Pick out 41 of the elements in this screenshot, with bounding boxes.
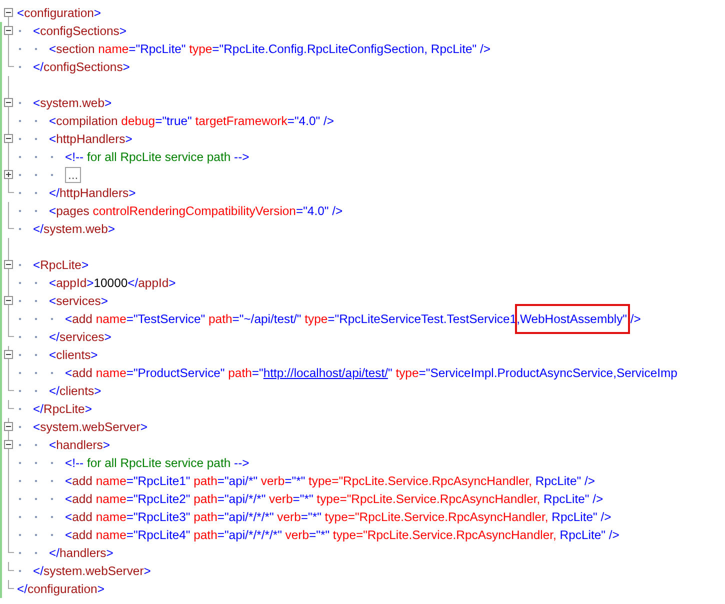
collapse-icon[interactable] xyxy=(4,98,13,107)
code-line: <add name="RpcLite3" path="api/*/*/*" verb="*" type="RpcLite.Service.RpcAsyncHandler, RpcLite" /> xyxy=(65,510,612,524)
code-line: <add name="RpcLite2" path="api/*/*" verb="*" type="RpcLite.Service.RpcAsyncHandler, RpcLite" /> xyxy=(65,492,604,506)
code-line: <RpcLite> xyxy=(33,258,89,272)
code-line: <!-- for all RpcLite service path --> xyxy=(65,150,250,164)
closing-tag-line: </handlers> xyxy=(49,546,114,560)
closing-tag-line: </clients> xyxy=(49,384,102,398)
collapse-icon[interactable] xyxy=(4,296,13,305)
collapse-icon[interactable] xyxy=(4,350,13,359)
code-line: <system.webServer> xyxy=(33,420,148,434)
collapse-icon[interactable] xyxy=(4,422,13,431)
closing-tag-line: </system.webServer> xyxy=(33,564,151,578)
collapse-icon[interactable] xyxy=(4,440,13,449)
closing-tag-line: </system.web> xyxy=(33,222,115,236)
code-line: <add name="TestService" path="~/api/test/" type="RpcLiteServiceTest.TestService1,WebHostAssembly" /> xyxy=(65,312,641,326)
closing-tag-line: </configuration> xyxy=(17,582,104,596)
collapsed-block[interactable]: ... xyxy=(65,167,82,183)
code-line: <section name="RpcLite" type="RpcLite.Config.RpcLiteConfigSection, RpcLite" /> xyxy=(49,42,490,56)
collapse-icon[interactable] xyxy=(4,134,13,143)
code-line: <clients> xyxy=(49,348,98,362)
code-line: <httpHandlers> xyxy=(49,132,132,146)
expand-icon[interactable] xyxy=(4,170,13,179)
collapse-icon[interactable] xyxy=(4,260,13,269)
code-line: <pages controlRenderingCompatibilityVersion="4.0" /> xyxy=(49,204,343,218)
code-line: <appId>10000</appId> xyxy=(49,276,176,290)
closing-tag-line: </httpHandlers> xyxy=(49,186,136,200)
code-line: <add name="RpcLite4" path="api/*/*/*/*" verb="*" type="RpcLite.Service.RpcAsyncHandler, RpcLite" /> xyxy=(65,528,620,542)
closing-tag-line: </configSections> xyxy=(33,60,130,74)
collapse-icon[interactable] xyxy=(4,8,13,17)
code-line: <services> xyxy=(49,294,108,308)
code-line: <configuration> xyxy=(17,6,102,20)
code-line: <!-- for all RpcLite service path --> xyxy=(65,456,250,470)
code-line: <configSections> xyxy=(33,24,127,38)
closing-tag-line: </RpcLite> xyxy=(33,402,92,416)
code-line: <handlers> xyxy=(49,438,110,452)
code-line: <add name="ProductService" path="http://localhost/api/test/" type="ServiceImpl.ProductAsyncService,ServiceImp xyxy=(65,366,678,380)
collapse-icon[interactable] xyxy=(4,26,13,35)
code-line: <compilation debug="true" targetFramework="4.0" /> xyxy=(49,114,334,128)
code-line: <add name="RpcLite1" path="api/*" verb="*" type="RpcLite.Service.RpcAsyncHandler, RpcLite" /> xyxy=(65,474,595,488)
closing-tag-line: </services> xyxy=(49,330,112,344)
code-line: <system.web> xyxy=(33,96,112,110)
